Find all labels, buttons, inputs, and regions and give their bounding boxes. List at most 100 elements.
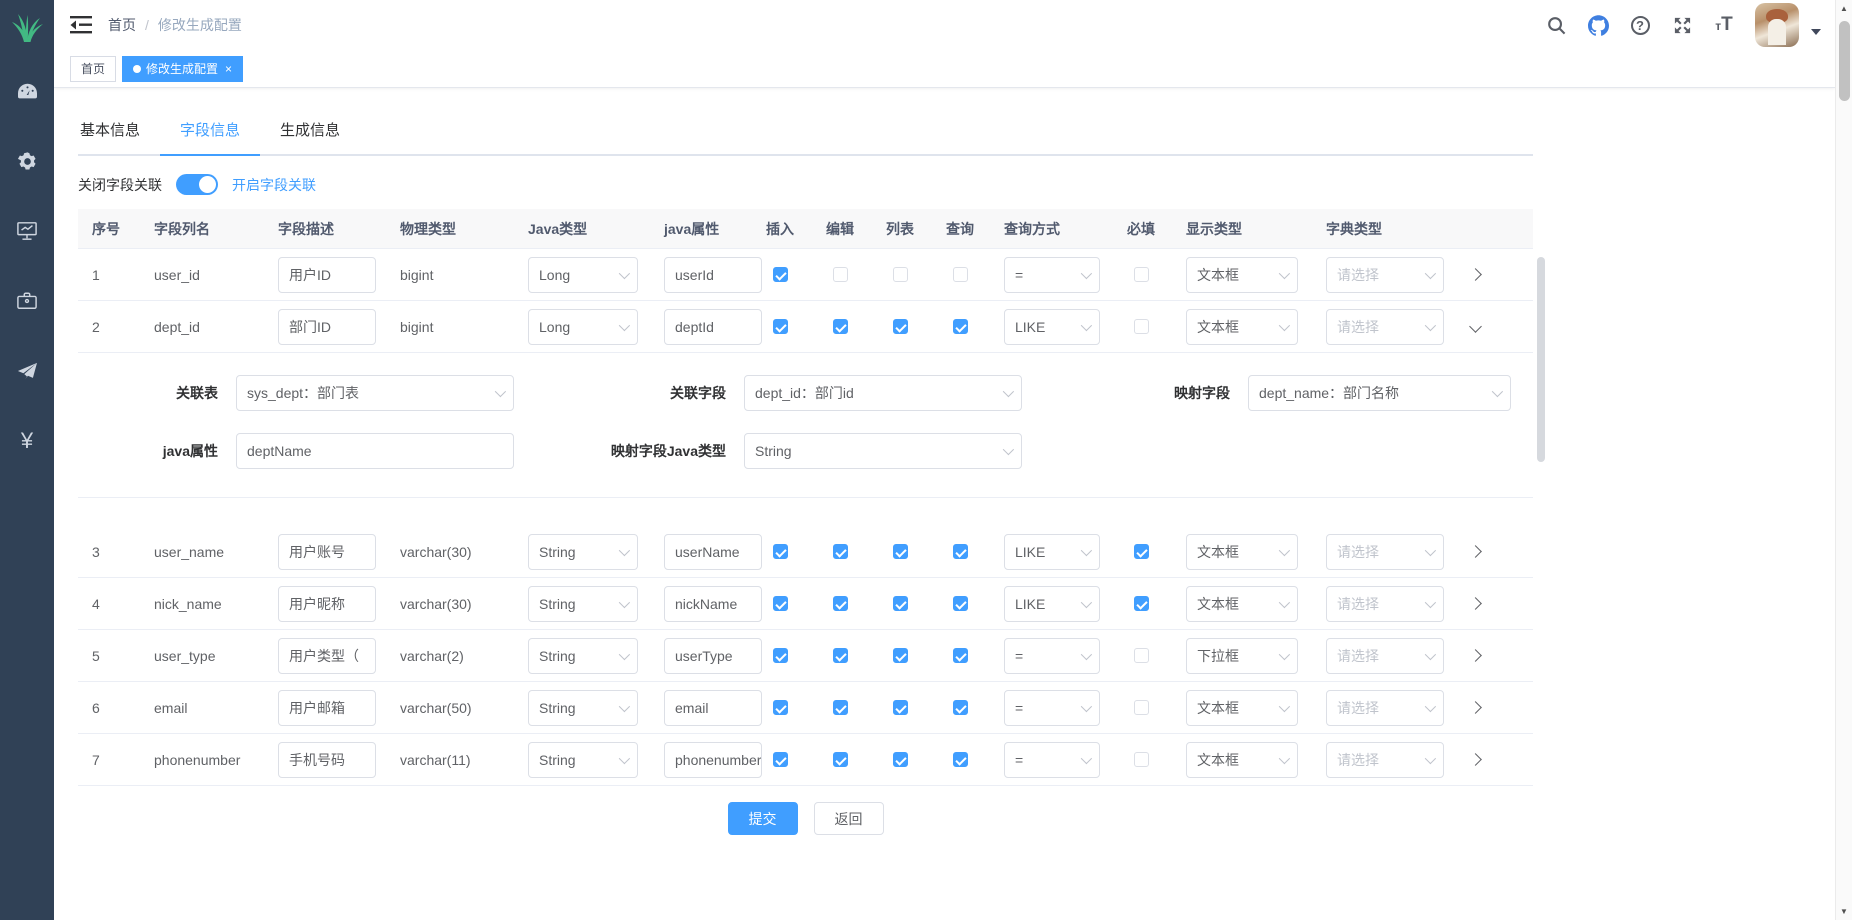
font-size-button[interactable]: тT [1707,5,1741,45]
insert-checkbox[interactable] [773,648,788,663]
query-type-select[interactable]: LIKE [1004,309,1100,345]
tag-current[interactable]: 修改生成配置× [122,56,243,82]
close-icon[interactable]: × [225,62,232,76]
back-button[interactable]: 返回 [814,802,884,835]
chevron-right-icon[interactable] [1469,545,1482,558]
query-type-select[interactable]: LIKE [1004,586,1100,622]
edit-checkbox[interactable] [833,752,848,767]
breadcrumb-home-link[interactable]: 首页 [108,15,136,35]
insert-checkbox[interactable] [773,267,788,282]
query-type-select[interactable]: = [1004,638,1100,674]
tab-2[interactable]: 生成信息 [260,119,360,154]
java-attr-input[interactable]: deptName [236,433,514,469]
edit-checkbox[interactable] [833,319,848,334]
hamburger-toggle-button[interactable] [70,15,92,35]
sidebar-item-guide[interactable] [0,336,54,406]
query-checkbox[interactable] [953,700,968,715]
tab-1[interactable]: 字段信息 [160,119,260,154]
java-type-select[interactable]: Long [528,257,638,293]
insert-checkbox[interactable] [773,596,788,611]
desc-input[interactable]: 用户账号 [278,534,376,570]
desc-input[interactable]: 用户类型（ [278,638,376,674]
sidebar-item-system[interactable] [0,126,54,196]
list-checkbox[interactable] [893,648,908,663]
desc-input[interactable]: 手机号码 [278,742,376,778]
java-field-input[interactable]: email [664,690,762,726]
chevron-right-icon[interactable] [1469,649,1482,662]
avatar[interactable] [1755,3,1799,47]
chevron-right-icon[interactable] [1469,753,1482,766]
scrollbar-thumb[interactable] [1839,21,1850,101]
query-checkbox[interactable] [953,267,968,282]
java-field-input[interactable]: phonenumber [664,742,762,778]
html-type-select[interactable]: 文本框 [1186,742,1298,778]
sidebar-item-pay[interactable]: ¥ [0,406,54,476]
rel-table-select[interactable]: sys_dept：部门表 [236,375,514,411]
desc-input[interactable]: 用户邮箱 [278,690,376,726]
help-button[interactable]: ? [1623,5,1657,45]
java-type-select[interactable]: String [528,742,638,778]
window-scrollbar[interactable]: ▲ ▼ [1835,0,1852,920]
scroll-down-icon[interactable]: ▼ [1836,903,1852,920]
java-type-select[interactable]: String [528,586,638,622]
list-checkbox[interactable] [893,267,908,282]
html-type-select[interactable]: 文本框 [1186,690,1298,726]
list-checkbox[interactable] [893,544,908,559]
list-checkbox[interactable] [893,752,908,767]
html-type-select[interactable]: 文本框 [1186,586,1298,622]
java-type-select[interactable]: String [528,534,638,570]
java-field-input[interactable]: userId [664,257,762,293]
scroll-up-icon[interactable]: ▲ [1836,0,1852,17]
search-button[interactable] [1539,5,1573,45]
desc-input[interactable]: 部门ID [278,309,376,345]
dict-type-select[interactable]: 请选择 [1326,690,1444,726]
sidebar-item-dashboard[interactable] [0,56,54,126]
dict-type-select[interactable]: 请选择 [1326,742,1444,778]
query-type-select[interactable]: = [1004,257,1100,293]
edit-checkbox[interactable] [833,267,848,282]
field-relation-switch[interactable] [176,174,218,195]
dict-type-select[interactable]: 请选择 [1326,257,1444,293]
desc-input[interactable]: 用户昵称 [278,586,376,622]
java-field-input[interactable]: nickName [664,586,762,622]
fullscreen-button[interactable] [1665,5,1699,45]
query-checkbox[interactable] [953,752,968,767]
required-checkbox[interactable] [1134,267,1149,282]
query-checkbox[interactable] [953,596,968,611]
rel-field-select[interactable]: dept_id：部门id [744,375,1022,411]
required-checkbox[interactable] [1134,544,1149,559]
java-field-input[interactable]: userType [664,638,762,674]
query-type-select[interactable]: = [1004,690,1100,726]
query-checkbox[interactable] [953,319,968,334]
sidebar-item-tool[interactable] [0,266,54,336]
edit-checkbox[interactable] [833,648,848,663]
chevron-right-icon[interactable] [1469,597,1482,610]
java-type-select[interactable]: String [528,638,638,674]
query-type-select[interactable]: = [1004,742,1100,778]
insert-checkbox[interactable] [773,319,788,334]
dict-type-select[interactable]: 请选择 [1326,638,1444,674]
chevron-down-icon[interactable] [1469,320,1482,333]
app-logo[interactable] [0,0,54,56]
list-checkbox[interactable] [893,700,908,715]
java-type-select[interactable]: String [528,690,638,726]
map-java-type-select[interactable]: String [744,433,1022,469]
java-type-select[interactable]: Long [528,309,638,345]
html-type-select[interactable]: 文本框 [1186,309,1298,345]
html-type-select[interactable]: 文本框 [1186,534,1298,570]
list-checkbox[interactable] [893,596,908,611]
tab-0[interactable]: 基本信息 [78,119,160,154]
required-checkbox[interactable] [1134,319,1149,334]
edit-checkbox[interactable] [833,596,848,611]
tag-home[interactable]: 首页 [70,56,116,82]
query-checkbox[interactable] [953,544,968,559]
insert-checkbox[interactable] [773,752,788,767]
map-field-select[interactable]: dept_name：部门名称 [1248,375,1511,411]
sidebar-item-monitor[interactable] [0,196,54,266]
html-type-select[interactable]: 下拉框 [1186,638,1298,674]
edit-checkbox[interactable] [833,544,848,559]
list-checkbox[interactable] [893,319,908,334]
insert-checkbox[interactable] [773,700,788,715]
github-link[interactable] [1581,5,1615,45]
insert-checkbox[interactable] [773,544,788,559]
